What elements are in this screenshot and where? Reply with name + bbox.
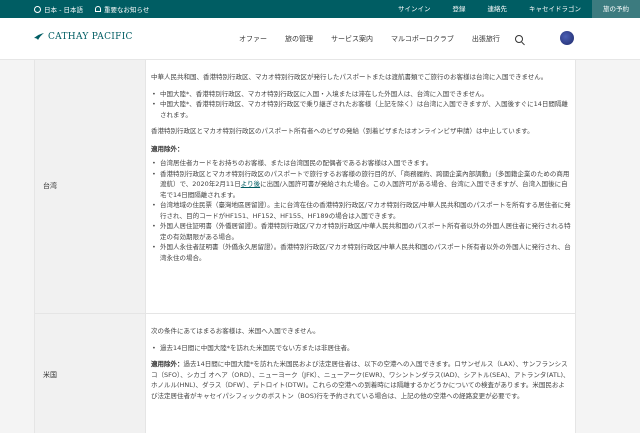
sign-in-link[interactable]: サインイン xyxy=(387,0,442,18)
book-trip-link[interactable]: 旅の予約 xyxy=(592,0,640,18)
taiwan-exceptions: 台湾居住者カードをお持ちのお客様、または台湾国民の配偶者であるお客様は入国できま… xyxy=(151,158,571,263)
taiwan-intro: 中華人民共和国、香港特別行政区、マカオ特別行政区が発行したパスポートまたは渡航書… xyxy=(151,73,548,81)
topbar-left: 日本 - 日本語 重要なお知らせ xyxy=(34,0,149,18)
nav-offers[interactable]: オファー xyxy=(230,34,276,44)
top-utility-bar: 日本 - 日本語 重要なお知らせ サインイン 登録 連絡先 キャセイドラゴン 旅… xyxy=(0,0,640,18)
inline-link[interactable]: より後 xyxy=(241,180,260,188)
nav-business-travel[interactable]: 出張旅行 xyxy=(463,34,509,44)
nav-marco-polo-club[interactable]: マルコポーロクラブ xyxy=(382,34,463,44)
notice-label: 重要なお知らせ xyxy=(103,6,150,14)
important-notice-link[interactable]: 重要なお知らせ xyxy=(94,4,150,14)
language-label: 日本 - 日本語 xyxy=(44,6,83,14)
usa-exceptions-title: 適用除外： xyxy=(151,360,184,368)
list-item: 中国大陸*、香港特別行政区、マカオ特別行政区で乗り継ぎされたお客様（上記を除く）… xyxy=(151,99,571,120)
list-item: 中国大陸*、香港特別行政区、マカオ特別行政区に入国・入境または滞在した外国人は、… xyxy=(151,89,571,100)
usa-exceptions: 適用除外：過去14日間に中国大陸*を訪れた米国民および法定居住者は、以下の空港へ… xyxy=(151,359,571,401)
brand-name: CATHAY PACIFIC xyxy=(48,32,133,42)
taiwan-exceptions-title: 適用除外： xyxy=(151,144,184,153)
language-selector[interactable]: 日本 - 日本語 xyxy=(34,4,83,14)
row-label-cell: 台湾 xyxy=(35,60,146,313)
topbar-right: サインイン 登録 連絡先 キャセイドラゴン 旅の予約 xyxy=(387,0,640,18)
globe-icon xyxy=(34,5,41,13)
taiwan-visa-note: 香港特別行政区とマカオ特別行政区のパスポート所有者へのビザの発給（到着ビザまたは… xyxy=(151,127,534,135)
contact-link[interactable]: 連絡先 xyxy=(477,0,519,18)
list-item: 台湾居住者カードをお持ちのお客様、または台湾国民の配偶者であるお客様は入国できま… xyxy=(151,158,571,169)
bell-icon xyxy=(94,6,101,12)
list-item: 外国人居住証明書（外僑居留證）。香港特別行政区/マカオ特別行政区/中華人民共和国… xyxy=(151,221,571,242)
table-row-usa: 米国 次の条件にあてはまるお客様は、米国へ入国できません。 過去14日間に中国大… xyxy=(35,314,575,433)
search-icon[interactable] xyxy=(514,35,523,43)
row-label-cell: 米国 xyxy=(35,314,146,433)
row-label-taiwan: 台湾 xyxy=(43,182,57,190)
list-item: 外国人永住者証明書（外僑永久居留證）。香港特別行政区/マカオ特別行政区/中華人民… xyxy=(151,242,571,263)
usa-bullets: 過去14日間に中国大陸*を訪れた米国民でない方または非居住者。 xyxy=(151,343,571,354)
usa-intro: 次の条件にあてはまるお客様は、米国へ入国できません。 xyxy=(151,327,320,335)
main-header: CATHAY PACIFIC オファー 旅の管理 サービス案内 マルコポーロクラ… xyxy=(0,18,640,60)
cathay-dragon-link[interactable]: キャセイドラゴン xyxy=(518,0,592,18)
main-nav: オファー 旅の管理 サービス案内 マルコポーロクラブ 出張旅行 xyxy=(230,18,523,60)
list-item: 台湾地域の住民票（臺灣地區居留證）。主に台湾在住の香港特別行政区/マカオ特別行政… xyxy=(151,200,571,221)
nav-services[interactable]: サービス案内 xyxy=(322,34,382,44)
usa-exceptions-text: 過去14日間に中国大陸*を訪れた米国民および法定居住者は、以下の空港への入国でき… xyxy=(151,360,570,400)
entry-restrictions-table: 台湾 中華人民共和国、香港特別行政区、マカオ特別行政区が発行したパスポートまたは… xyxy=(34,60,576,433)
nav-manage-trip[interactable]: 旅の管理 xyxy=(276,34,322,44)
row-content-usa: 次の条件にあてはまるお客様は、米国へ入国できません。 過去14日間に中国大陸*を… xyxy=(151,326,571,401)
list-item: 香港特別行政区とマカオ特別行政区のパスポートで旅行するお客様の旅行目的が、「商務… xyxy=(151,169,571,201)
brushwing-logo-icon xyxy=(34,33,44,40)
register-link[interactable]: 登録 xyxy=(442,0,477,18)
list-item: 過去14日間に中国大陸*を訪れた米国民でない方または非居住者。 xyxy=(151,343,571,354)
row-label-usa: 米国 xyxy=(43,371,57,379)
brand-logo[interactable]: CATHAY PACIFIC xyxy=(34,32,133,42)
oneworld-badge-icon[interactable] xyxy=(560,31,574,45)
row-content-taiwan: 中華人民共和国、香港特別行政区、マカオ特別行政区が発行したパスポートまたは渡航書… xyxy=(151,72,571,263)
table-row-taiwan: 台湾 中華人民共和国、香港特別行政区、マカオ特別行政区が発行したパスポートまたは… xyxy=(35,60,575,314)
taiwan-bullets: 中国大陸*、香港特別行政区、マカオ特別行政区に入国・入境または滞在した外国人は、… xyxy=(151,89,571,121)
